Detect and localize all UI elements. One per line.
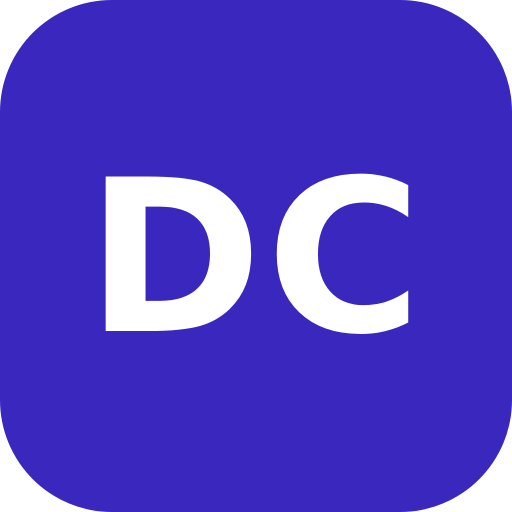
monogram-text: DC: [86, 134, 426, 381]
app-icon[interactable]: DC: [0, 0, 512, 512]
